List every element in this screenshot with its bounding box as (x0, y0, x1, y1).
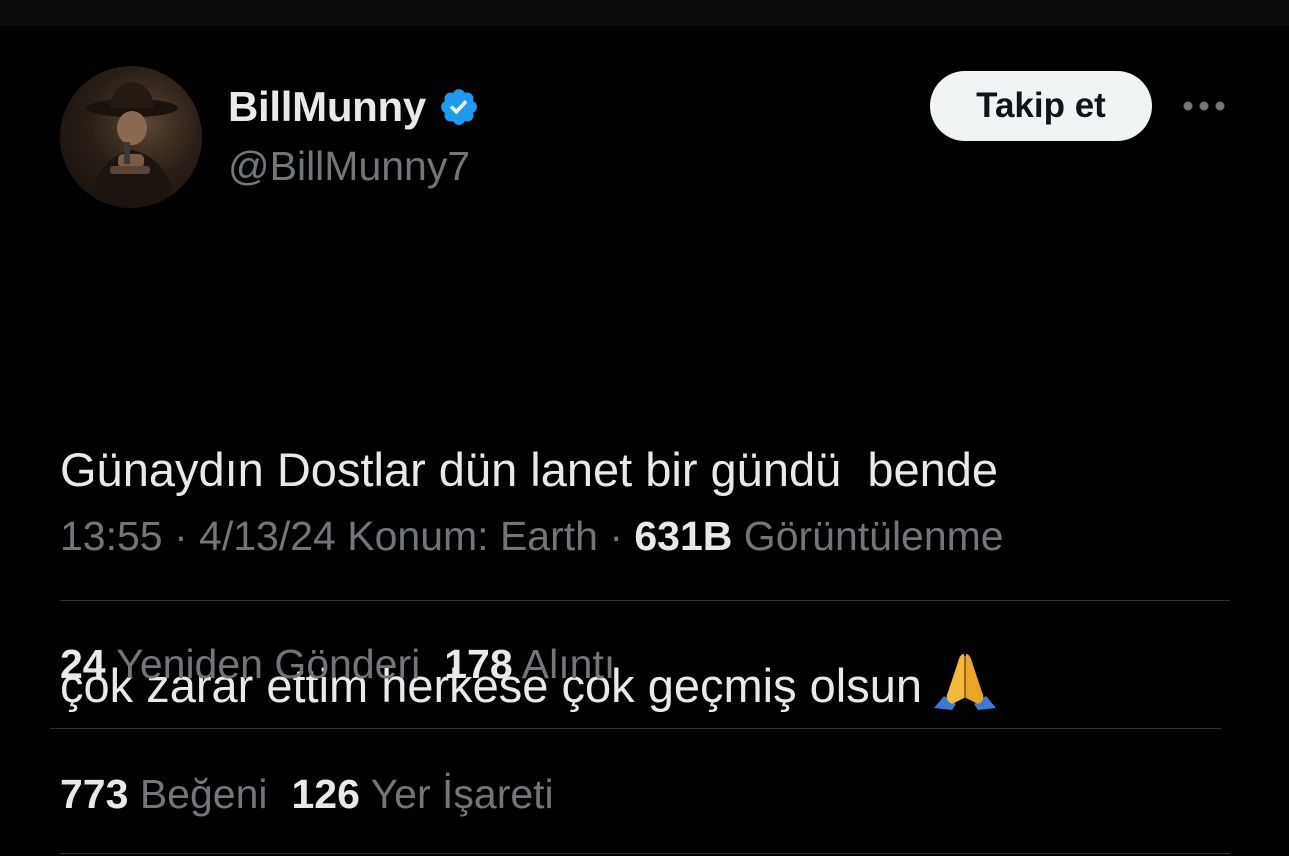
tweet-date[interactable]: 4/13/24 (199, 513, 336, 559)
avatar[interactable] (60, 66, 202, 208)
quotes-label: Alıntı (521, 641, 616, 687)
stats-row-reposts: 24 Yeniden Gönderi 178 Alıntı (60, 636, 615, 692)
meta-separator-2: · (597, 513, 635, 559)
author-display-name[interactable]: BillMunny (228, 82, 426, 132)
author-handle[interactable]: @BillMunny7 (228, 140, 470, 192)
avatar-cowboy-image (86, 82, 178, 208)
divider-middle (50, 728, 1221, 729)
reposts-count: 24 (60, 641, 106, 687)
reposts-stat[interactable]: 24 Yeniden Gönderi (60, 636, 420, 692)
likes-stat[interactable]: 773 Beğeni (60, 766, 268, 822)
folded-hands-icon (934, 654, 996, 710)
tweet-location: Konum: Earth (347, 513, 598, 559)
meta-separator-1: · (162, 513, 200, 559)
tweet-meta: 13:55 · 4/13/24 Konum: Earth · 631B Görü… (60, 508, 1004, 564)
follow-button[interactable]: Takip et (930, 71, 1152, 141)
bookmarks-stat[interactable]: 126 Yer İşareti (292, 766, 554, 822)
verified-badge-icon (441, 89, 477, 125)
likes-count: 773 (60, 771, 129, 817)
more-horizontal-icon (1183, 101, 1225, 111)
quotes-count: 178 (444, 641, 513, 687)
divider-bottom (60, 853, 1230, 854)
tweet-time[interactable]: 13:55 (60, 513, 163, 559)
reposts-label: Yeniden Gönderi (116, 641, 421, 687)
likes-label: Beğeni (139, 771, 268, 817)
top-status-strip (0, 0, 1289, 26)
quotes-stat[interactable]: 178 Alıntı (444, 636, 615, 692)
bookmarks-count: 126 (291, 771, 360, 817)
divider-top (60, 600, 1230, 601)
views-count: 631B (634, 513, 733, 559)
bookmarks-label: Yer İşareti (370, 771, 554, 817)
stats-row-likes: 773 Beğeni 126 Yer İşareti (60, 766, 554, 822)
views-label: Görüntülenme (743, 513, 1004, 559)
author-name-row[interactable]: BillMunny (228, 82, 480, 132)
tweet-text-line-1: Günaydın Dostlar dün lanet bir gündü ben… (60, 443, 999, 496)
more-options-button[interactable] (1178, 88, 1230, 124)
